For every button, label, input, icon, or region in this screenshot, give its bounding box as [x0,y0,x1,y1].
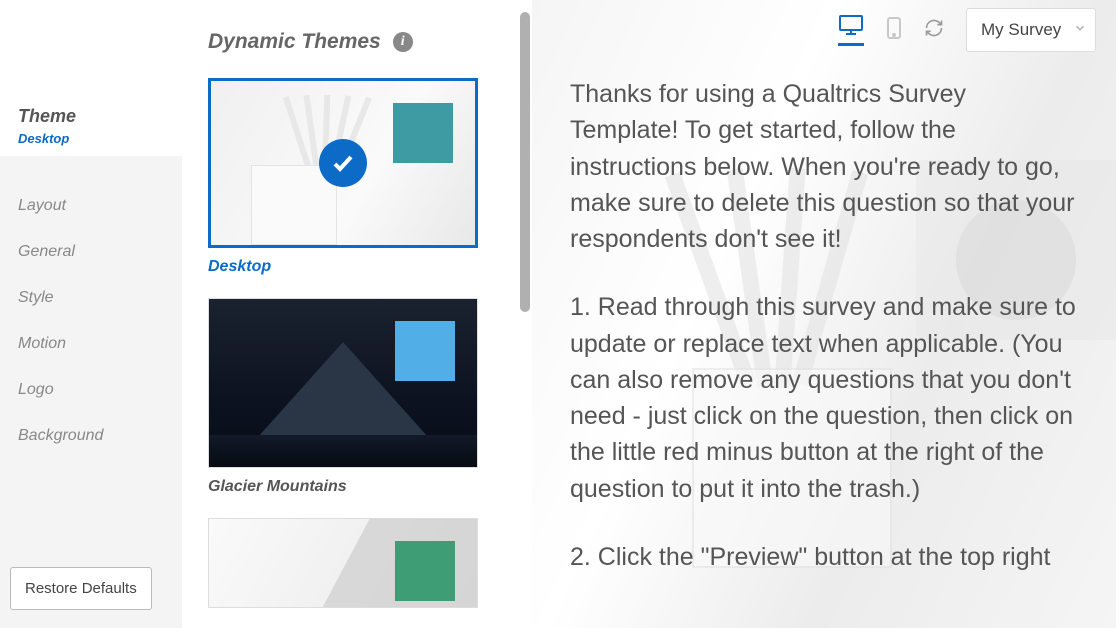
theme-card-third[interactable] [208,518,491,608]
sidebar-title: Theme [18,106,164,127]
sidebar-item-layout[interactable]: Layout [0,183,182,229]
theme-thumbnail [208,78,478,248]
survey-select-label: My Survey [981,20,1061,40]
theme-panel: Dynamic Themes i Desktop Glacier Mountai… [182,0,517,628]
restore-defaults-button[interactable]: Restore Defaults [10,567,152,610]
theme-swatch [395,321,455,381]
theme-card-desktop[interactable]: Desktop [208,78,491,276]
sidebar-item-background[interactable]: Background [0,413,182,459]
sidebar-item-style[interactable]: Style [0,275,182,321]
survey-select[interactable]: My Survey [966,8,1096,52]
sidebar-active-theme: Desktop [18,131,164,146]
theme-swatch [395,541,455,601]
preview-pane: My Survey Thanks for using a Qualtrics S… [532,0,1116,628]
sidebar-header: Theme Desktop [0,92,182,157]
refresh-icon[interactable] [924,18,944,43]
sidebar: Theme Desktop Layout General Style Motio… [0,0,182,628]
sidebar-item-motion[interactable]: Motion [0,321,182,367]
check-icon [319,139,367,187]
mobile-device-icon[interactable] [886,16,902,45]
sidebar-item-logo[interactable]: Logo [0,367,182,413]
info-icon[interactable]: i [393,32,413,52]
preview-content: Thanks for using a Qualtrics Survey Temp… [570,76,1080,607]
theme-swatch [393,103,453,163]
sidebar-item-general[interactable]: General [0,229,182,275]
sidebar-logo-area [0,0,182,92]
theme-thumbnail [208,298,478,468]
theme-card-glacier[interactable]: Glacier Mountains [208,298,491,496]
chevron-down-icon [1073,20,1087,40]
sidebar-items: Layout General Style Motion Logo Backgro… [0,157,182,459]
preview-toolbar: My Survey [838,8,1096,52]
desktop-device-icon[interactable] [838,14,864,46]
panel-scrollbar[interactable] [517,0,532,628]
preview-paragraph: 1. Read through this survey and make sur… [570,289,1080,507]
preview-paragraph: 2. Click the "Preview" button at the top… [570,539,1080,575]
theme-thumbnail [208,518,478,608]
theme-label: Desktop [208,258,491,276]
panel-header: Dynamic Themes i [208,30,491,54]
panel-title: Dynamic Themes [208,30,381,54]
theme-label: Glacier Mountains [208,478,491,496]
preview-paragraph: Thanks for using a Qualtrics Survey Temp… [570,76,1080,257]
